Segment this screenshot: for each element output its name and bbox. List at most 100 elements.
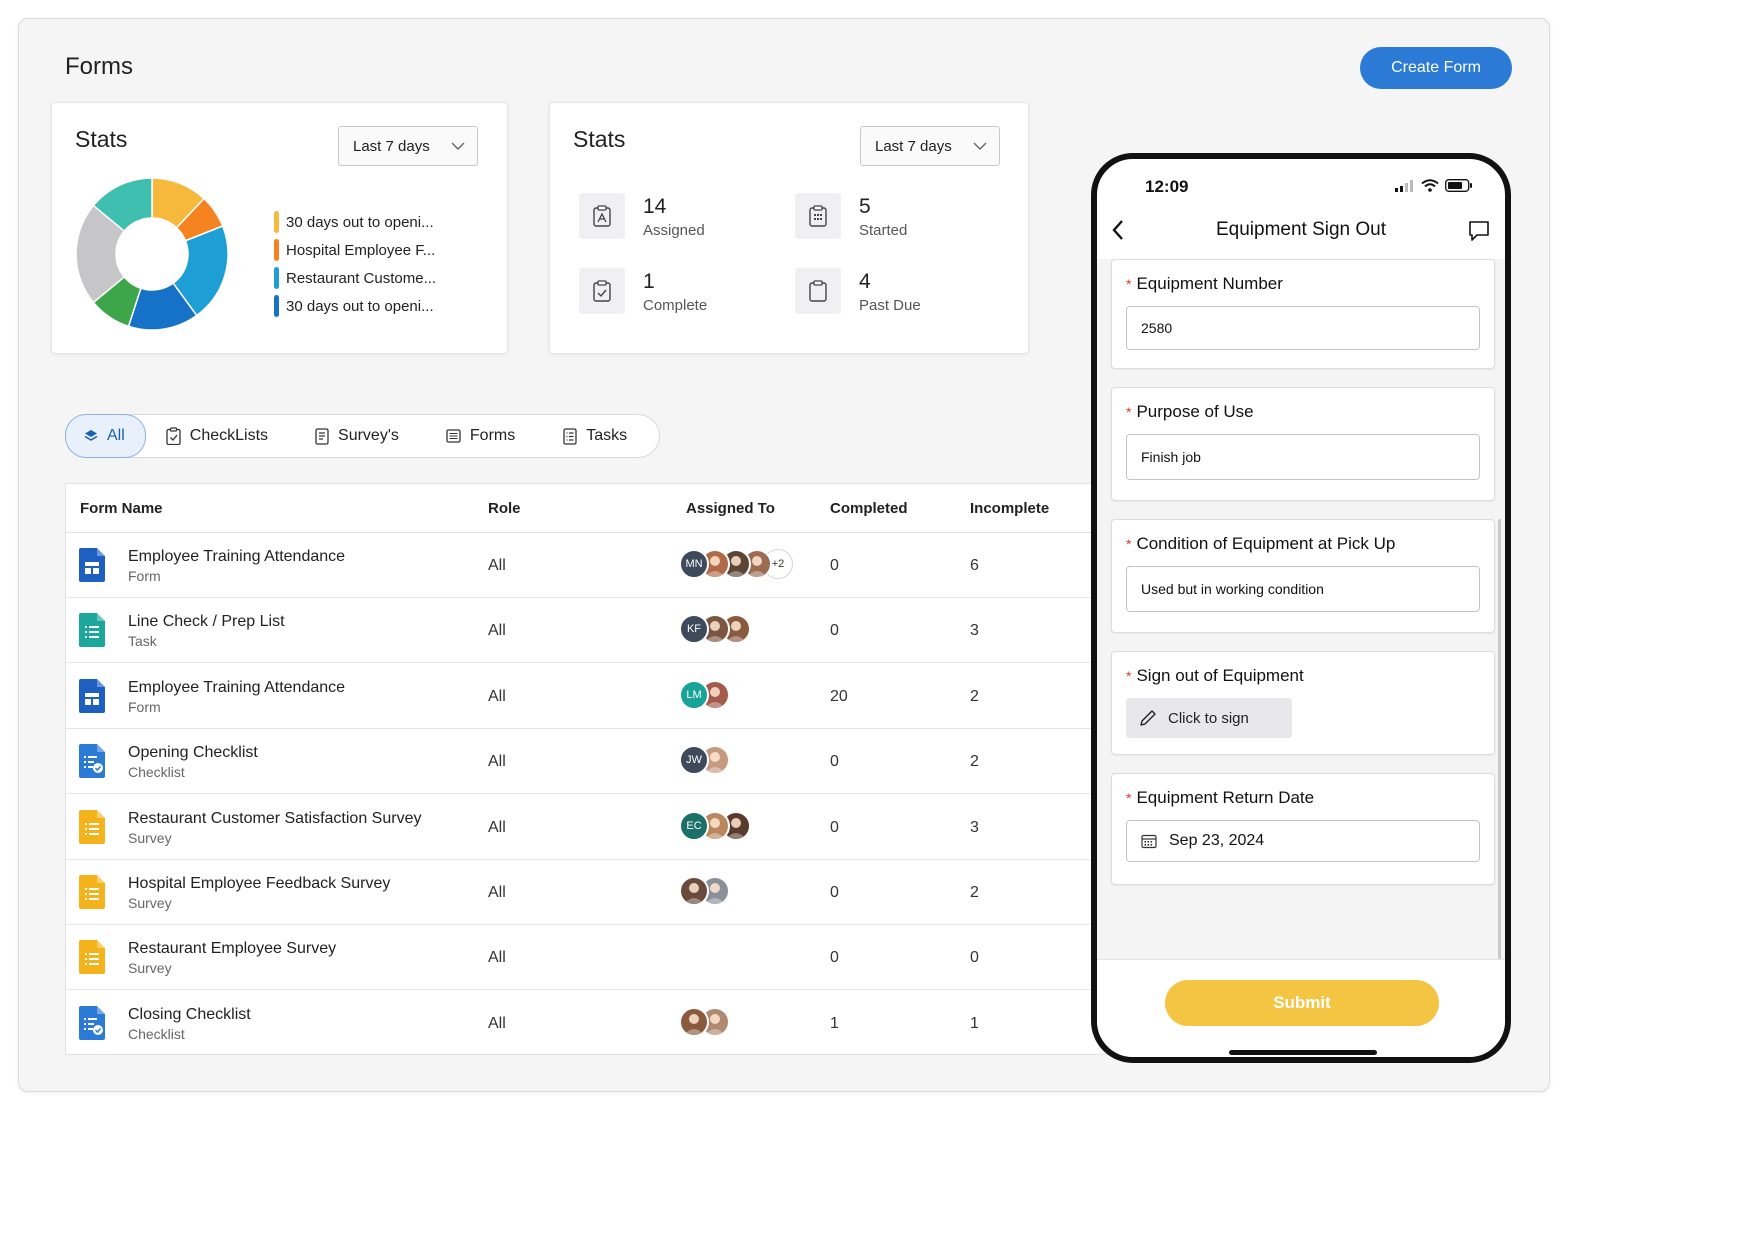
form-name[interactable]: Line Check / Prep List: [128, 613, 285, 631]
phone-preview: 12:09 Equipment Sign Out * Equipment Numb…: [1091, 153, 1511, 1063]
legend-label: Hospital Employee F...: [286, 241, 436, 259]
tab-forms[interactable]: Forms: [446, 415, 515, 457]
legend-swatch: [274, 239, 279, 261]
phone-title: Equipment Sign Out: [1215, 219, 1387, 240]
field-label: * Equipment Return Date: [1126, 788, 1314, 808]
field-label-text: Sign out of Equipment: [1136, 666, 1304, 685]
assignee-avatars[interactable]: EC: [679, 810, 751, 841]
create-form-button[interactable]: Create Form: [1360, 47, 1512, 89]
required-asterisk: *: [1126, 276, 1132, 292]
field-condition-at-pickup: * Condition of Equipment at Pick Up Used …: [1111, 519, 1495, 633]
completed-cell: 0: [830, 753, 839, 771]
tab-label: Tasks: [586, 427, 628, 444]
forms-table: Form Name Role Assigned To Completed Inc…: [65, 483, 1165, 1055]
avatar-initials: LM: [686, 688, 702, 701]
assignee-avatars[interactable]: LM: [679, 679, 730, 710]
legend-item[interactable]: Hospital Employee F...: [274, 236, 436, 264]
completed-cell: 1: [830, 1014, 839, 1032]
stats-chart-range-dropdown[interactable]: Last 7 days: [338, 126, 478, 166]
table-row[interactable]: Hospital Employee Feedback Survey Survey A…: [66, 860, 1164, 925]
avatar: [679, 1006, 709, 1037]
assignee-avatars[interactable]: JW: [679, 745, 730, 776]
table-row[interactable]: Line Check / Prep List Task All KF 0 3: [66, 598, 1164, 664]
field-label: * Purpose of Use: [1126, 402, 1254, 422]
field-label-text: Equipment Return Date: [1136, 788, 1315, 807]
incomplete-cell: 2: [970, 884, 979, 901]
field-sign-out: * Sign out of Equipment Click to sign: [1111, 651, 1495, 755]
legend-label: 30 days out to openi...: [286, 297, 434, 315]
form-name[interactable]: Opening Checklist: [128, 744, 258, 762]
list-doc-icon: [79, 613, 105, 648]
legend-item[interactable]: 30 days out to openi...: [274, 292, 436, 320]
tab-surveys[interactable]: Survey's: [315, 415, 399, 457]
table-row[interactable]: Closing Checklist Checklist All 1 1: [66, 991, 1164, 1056]
condition-input[interactable]: Used but in working condition: [1126, 566, 1480, 612]
assignee-avatars[interactable]: MN +2: [679, 549, 793, 579]
purpose-of-use-input[interactable]: Finish job: [1126, 434, 1480, 480]
assignee-avatars[interactable]: [679, 1006, 730, 1037]
stat-value: 1: [643, 270, 655, 293]
completed-cell: 0: [830, 818, 839, 836]
form-type: Form: [128, 698, 161, 715]
form-name[interactable]: Restaurant Employee Survey: [128, 940, 336, 958]
table-row[interactable]: Employee Training Attendance Form All MN +2 0…: [66, 533, 1164, 598]
form-type: Survey: [128, 895, 172, 911]
stats-summary-range-dropdown[interactable]: Last 7 days: [860, 126, 1000, 166]
assignee-avatars[interactable]: KF: [679, 614, 751, 645]
legend-label: Restaurant Custome...: [286, 269, 437, 287]
sign-button-label: Click to sign: [1168, 709, 1249, 727]
form-name[interactable]: Employee Training Attendance: [128, 548, 345, 566]
column-header-role[interactable]: Role: [488, 500, 521, 517]
column-header-assigned-to[interactable]: Assigned To: [686, 500, 775, 517]
legend-swatch: [274, 211, 279, 233]
required-asterisk: *: [1126, 404, 1132, 420]
form-name[interactable]: Closing Checklist: [128, 1006, 251, 1024]
incomplete-cell: 2: [970, 753, 979, 771]
form-name[interactable]: Restaurant Customer Satisfaction Survey: [128, 810, 421, 828]
stat-assigned: 14 Assigned: [579, 187, 759, 247]
table-row[interactable]: Employee Training Attendance Form All LM 20 2: [66, 664, 1164, 729]
stat-value: 4: [859, 270, 871, 293]
tab-tasks[interactable]: Tasks: [563, 415, 627, 457]
role-cell: All: [488, 884, 506, 901]
form-name[interactable]: Hospital Employee Feedback Survey: [128, 875, 390, 893]
clipboard-check-icon: [579, 268, 625, 314]
completed-cell: 0: [830, 884, 839, 901]
field-label-text: Condition of Equipment at Pick Up: [1136, 534, 1396, 553]
table-row[interactable]: Restaurant Employee Survey Survey All 0 0: [66, 925, 1164, 991]
incomplete-cell: 6: [970, 557, 979, 574]
form-name[interactable]: Employee Training Attendance: [128, 679, 345, 697]
column-header-form-name[interactable]: Form Name: [80, 500, 163, 517]
click-to-sign-button[interactable]: Click to sign: [1126, 698, 1292, 738]
required-asterisk: *: [1126, 536, 1132, 552]
tab-checklists[interactable]: CheckLists: [166, 415, 268, 457]
tab-all[interactable]: All: [65, 414, 146, 458]
person-photo-icon: [684, 883, 704, 904]
avatar: MN: [679, 549, 709, 579]
column-header-completed[interactable]: Completed: [830, 500, 908, 517]
return-date-value: Sep 23, 2024: [1169, 832, 1265, 849]
tab-label: Survey's: [338, 427, 399, 444]
form-type: Form: [128, 568, 161, 584]
stats-summary-range-value: Last 7 days: [875, 137, 952, 155]
field-label: * Equipment Number: [1126, 274, 1283, 294]
checklist-doc-icon: [79, 744, 105, 779]
scrollbar[interactable]: [1498, 519, 1501, 959]
battery-icon: [1445, 179, 1472, 192]
stats-summary-title: Stats: [573, 126, 626, 152]
chat-bubble-icon[interactable]: [1467, 219, 1491, 243]
signal-icon: [1395, 179, 1413, 192]
role-cell: All: [488, 557, 506, 574]
legend-item[interactable]: 30 days out to openi...: [274, 208, 436, 236]
legend-item[interactable]: Restaurant Custome...: [274, 264, 436, 292]
equipment-number-input[interactable]: 2580: [1126, 306, 1480, 350]
table-row[interactable]: Opening Checklist Checklist All JW 0 2: [66, 729, 1164, 795]
completed-cell: 20: [830, 687, 848, 705]
incomplete-cell: 3: [970, 622, 979, 640]
tab-label: CheckLists: [189, 427, 269, 444]
submit-button[interactable]: Submit: [1165, 980, 1439, 1026]
assignee-avatars[interactable]: [679, 876, 730, 906]
table-row[interactable]: Restaurant Customer Satisfaction Survey S…: [66, 795, 1164, 860]
column-header-incomplete[interactable]: Incomplete: [970, 500, 1049, 517]
return-date-input[interactable]: Sep 23, 2024: [1126, 820, 1480, 862]
